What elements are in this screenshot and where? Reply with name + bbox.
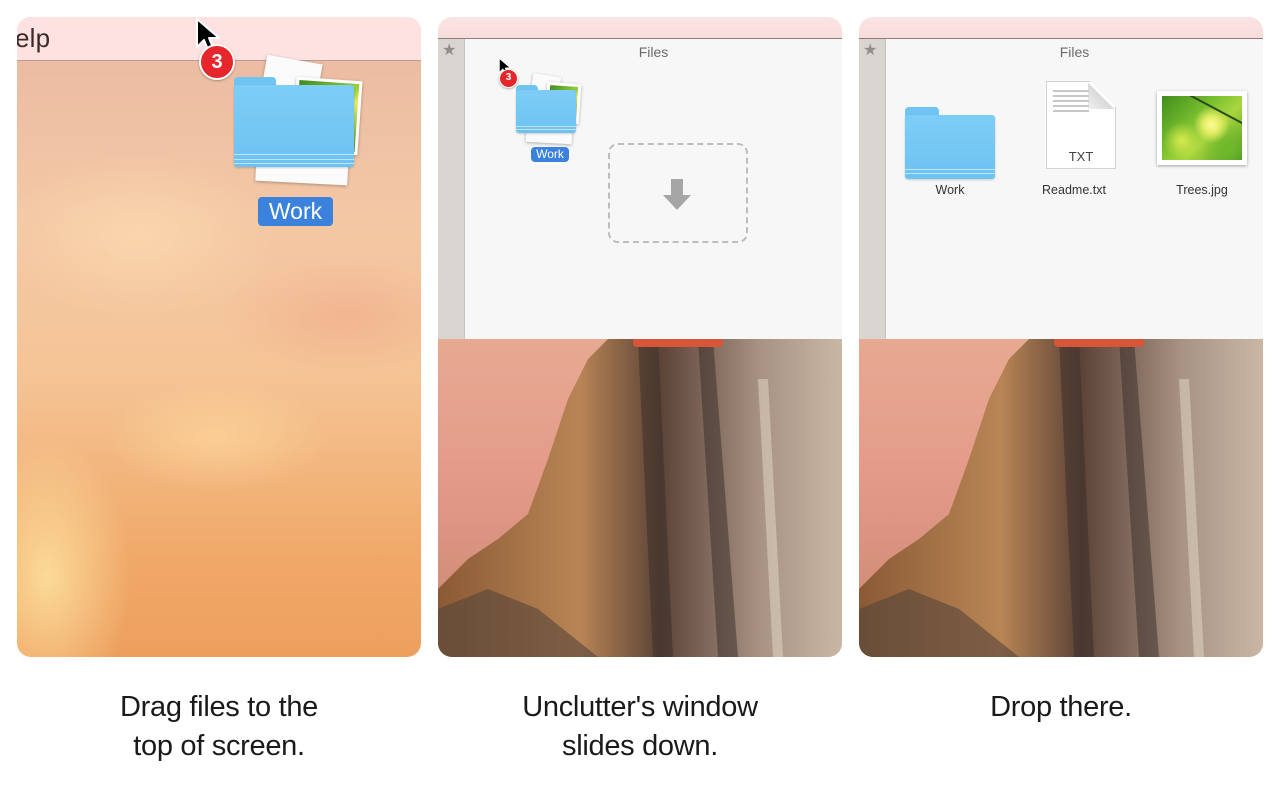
star-icon[interactable]: ★ — [442, 42, 456, 60]
step-2-screenshot: ★ Files Work 3 — [438, 17, 842, 657]
window-title: Files — [638, 44, 669, 60]
step-2-caption: Unclutter's window slides down. — [522, 691, 758, 762]
folder-icon — [234, 77, 354, 167]
text-document-icon: TXT — [1046, 81, 1116, 169]
down-arrow-icon — [663, 179, 691, 210]
dragged-item-label[interactable]: Work — [531, 147, 569, 162]
step-1-screenshot: elp Work 3 — [17, 17, 421, 657]
dragged-files-stack[interactable] — [234, 54, 364, 195]
desktop-wallpaper — [859, 339, 1263, 657]
desktop-wallpaper — [438, 339, 842, 657]
file-item-trees[interactable]: Trees.jpg — [1147, 55, 1257, 197]
step-1-caption: Drag files to the top of screen. — [120, 691, 318, 762]
dragged-item-label[interactable]: Work — [258, 197, 333, 226]
drag-count-badge: 3 — [199, 44, 235, 80]
drag-count-badge: 3 — [499, 69, 518, 88]
step-3-caption: Drop there. — [990, 691, 1132, 723]
menu-bar — [859, 17, 1263, 39]
dragged-files-stack[interactable] — [516, 72, 586, 153]
file-name: Trees.jpg — [1176, 183, 1228, 197]
drop-zone[interactable] — [608, 143, 748, 243]
files-sidebar: ★ — [438, 39, 465, 339]
dock-indicator — [1054, 339, 1144, 347]
folder-icon — [905, 107, 995, 179]
dock-indicator — [633, 339, 723, 347]
file-name: Readme.txt — [1042, 183, 1106, 197]
file-name: Work — [935, 183, 965, 197]
image-thumbnail-icon — [1157, 91, 1247, 165]
menu-help[interactable]: elp — [17, 23, 50, 54]
file-item-work[interactable]: Work — [895, 55, 1005, 197]
unclutter-files-window[interactable]: ★ Files Work 3 — [438, 39, 842, 339]
step-3-screenshot: ★ Files Work TXT Readme.txt Trees.jpg — [859, 17, 1263, 657]
files-sidebar: ★ — [859, 39, 886, 339]
file-extension: TXT — [1068, 149, 1094, 164]
file-item-readme[interactable]: TXT Readme.txt — [1019, 55, 1129, 197]
folder-icon — [516, 85, 576, 133]
star-icon[interactable]: ★ — [863, 42, 877, 60]
menu-bar — [438, 17, 842, 39]
unclutter-files-window[interactable]: ★ Files Work TXT Readme.txt Trees.jpg — [859, 39, 1263, 339]
